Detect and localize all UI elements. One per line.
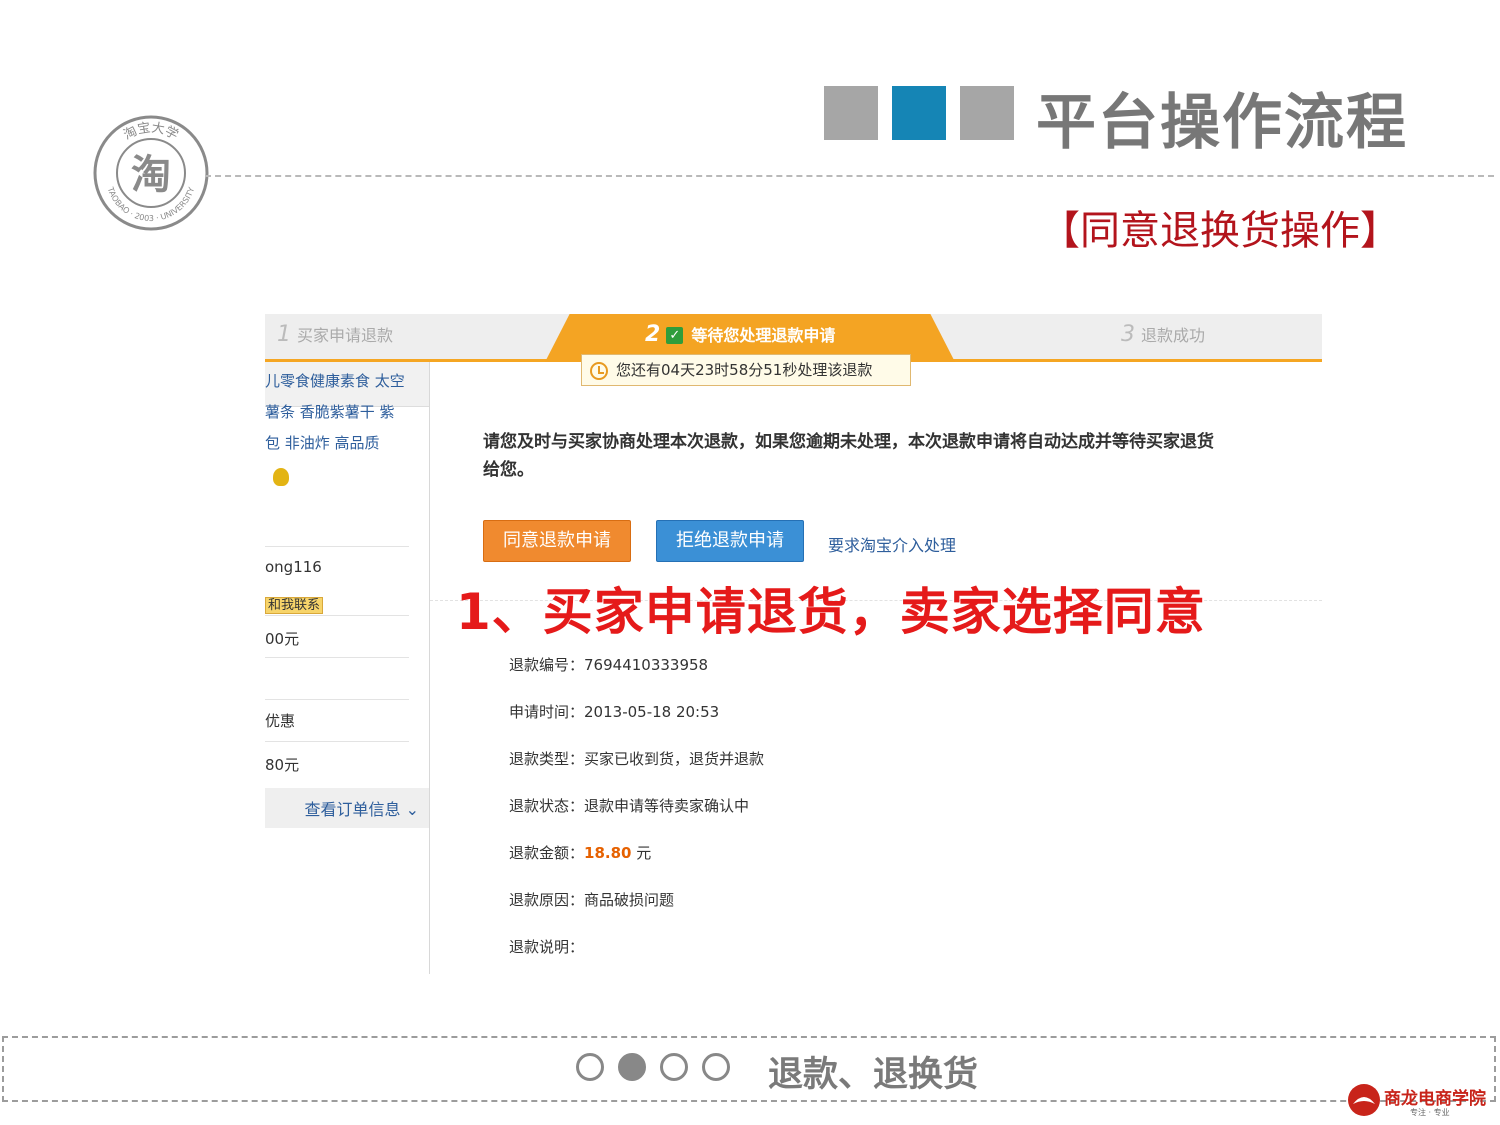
progress-dot: [702, 1053, 730, 1081]
title-square: [892, 86, 946, 140]
sidebar-footer: 查看订单信息 ⌄: [265, 788, 429, 828]
detail-label: 退款状态：: [509, 797, 585, 815]
sidebar-divider: [265, 615, 409, 616]
view-order-info-link[interactable]: 查看订单信息 ⌄: [304, 796, 419, 820]
taobao-university-seal: 淘 淘宝大学 TAOBAO · 2003 · UNIVERSITY: [93, 115, 209, 231]
detail-value: 7694410333958: [584, 656, 709, 674]
step-1: 1 买家申请退款: [277, 322, 393, 347]
order-total: 80元: [265, 756, 300, 774]
footer-frame: [2, 1036, 1496, 1102]
countdown-text: 您还有04天23时58分51秒处理该退款: [616, 361, 873, 379]
slide-subtitle: 【同意退换货操作】: [1040, 208, 1400, 254]
apply-time-row: 申请时间：2013-05-18 20:53: [509, 701, 719, 722]
detail-label: 退款编号：: [509, 656, 585, 674]
step-label: 买家申请退款: [297, 326, 394, 345]
detail-label: 退款说明：: [509, 938, 585, 956]
refund-amount: 18.80: [584, 844, 632, 862]
refund-reason-row: 退款原因：商品破损问题: [509, 889, 674, 910]
progress-dot-current: [618, 1053, 646, 1081]
refund-status-row: 退款状态：退款申请等待卖家确认中: [509, 795, 749, 816]
contact-row: 和我联系: [265, 594, 409, 614]
contact-me-button[interactable]: 和我联系: [265, 597, 324, 614]
detail-value: 买家已收到货，退货并退款: [584, 750, 765, 768]
refund-id-row: 退款编号：7694410333958: [509, 654, 708, 675]
brand-tagline: 专注 · 专业: [1410, 1108, 1450, 1117]
sidebar-divider: [265, 657, 409, 658]
refuse-refund-button[interactable]: 拒绝退款申请: [656, 520, 804, 562]
processing-notice: 请您及时与买家协商处理本次退款，如果您逾期未处理，本次退款申请将自动达成并等待买…: [483, 428, 1322, 484]
discount: 优惠: [265, 712, 296, 730]
title-square: [824, 86, 878, 140]
sidebar-divider: [265, 741, 409, 742]
brand-name: 商龙电商学院: [1384, 1089, 1486, 1109]
unit-price: 00元: [265, 630, 300, 648]
view-order-label: 查看订单信息: [304, 800, 401, 819]
detail-label: 申请时间：: [509, 703, 585, 721]
step-2: 2 ✓ 等待您处理退款申请: [645, 322, 835, 347]
step-label: 等待您处理退款申请: [691, 326, 836, 345]
title-squares: [824, 86, 1014, 140]
step-label: 退款成功: [1141, 326, 1206, 345]
refund-type-row: 退款类型：买家已收到货，退货并退款: [509, 748, 764, 769]
seller-rank-icon: [273, 468, 289, 486]
clock-icon: [590, 362, 608, 380]
agree-refund-button[interactable]: 同意退款申请: [483, 520, 631, 562]
chevron-down-icon: ⌄: [405, 800, 419, 819]
step-number: 3: [1121, 322, 1135, 347]
refund-screenshot: 1 买家申请退款 2 ✓ 等待您处理退款申请 3 退款成功 您还有04天23时58分51…: [265, 314, 1322, 974]
countdown-timer: 您还有04天23时58分51秒处理该退款: [581, 354, 911, 386]
progress-dots: [576, 1053, 730, 1081]
step-callout: 1、买家申请退货，卖家选择同意: [456, 583, 1206, 641]
detail-value: 商品破损问题: [584, 891, 675, 909]
notice-line: 给您。: [483, 460, 534, 480]
refund-note-row: 退款说明：: [509, 936, 584, 957]
product-line: 薯条 香脆紫薯干 紫: [265, 403, 395, 421]
section-label: 退款、退换货: [768, 1055, 979, 1095]
slide-title: 平台操作流程: [1036, 88, 1408, 158]
request-taobao-intervention-link[interactable]: 要求淘宝介入处理: [828, 532, 956, 556]
sidebar-divider: [265, 546, 409, 547]
progress-dot: [576, 1053, 604, 1081]
sidebar-divider: [265, 699, 409, 700]
detail-label: 退款类型：: [509, 750, 585, 768]
seller-name: ong116: [265, 558, 322, 576]
refund-amount-row: 退款金额：18.80 元: [509, 842, 651, 863]
detail-label: 退款原因：: [509, 891, 585, 909]
amount-unit: 元: [631, 844, 652, 862]
seal-center-char: 淘: [131, 152, 171, 198]
detail-label: 退款金额：: [509, 844, 585, 862]
product-description[interactable]: 儿零食健康素食 太空 薯条 香脆紫薯干 紫 包 非油炸 高品质: [265, 366, 405, 459]
detail-value: 退款申请等待卖家确认中: [584, 797, 750, 815]
step-number: 1: [277, 322, 291, 347]
header-divider: [205, 175, 1494, 177]
title-square: [960, 86, 1014, 140]
step-3: 3 退款成功: [1121, 322, 1205, 347]
product-line: 包 非油炸 高品质: [265, 434, 380, 452]
product-line: 儿零食健康素食 太空: [265, 372, 405, 390]
step-number: 2: [645, 322, 661, 347]
check-icon: ✓: [666, 327, 684, 344]
progress-dot: [660, 1053, 688, 1081]
notice-line: 请您及时与买家协商处理本次退款，如果您逾期未处理，本次退款申请将自动达成并等待买…: [483, 432, 1214, 452]
detail-value: 2013-05-18 20:53: [584, 703, 720, 721]
